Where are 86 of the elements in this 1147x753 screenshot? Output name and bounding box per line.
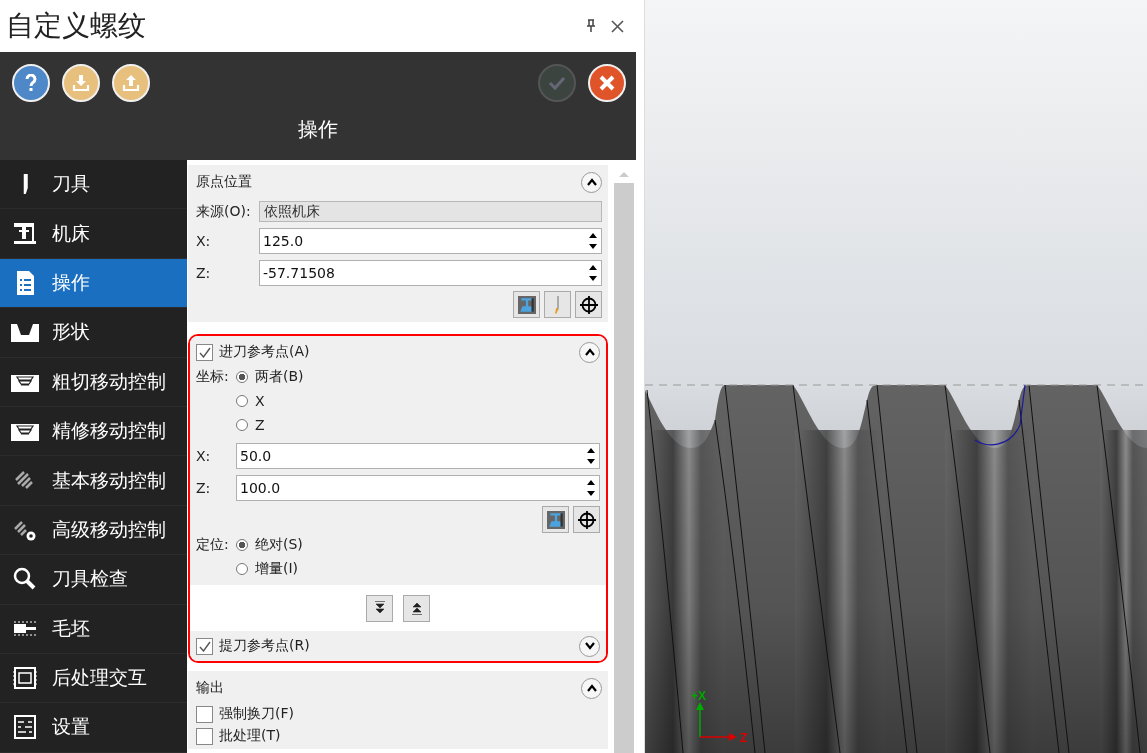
export-button[interactable] — [112, 64, 150, 102]
chevron-up-icon — [585, 684, 598, 692]
checkbox-label[interactable]: 提刀参考点(R) — [219, 637, 310, 655]
checkbox[interactable] — [196, 727, 213, 745]
checkbox-label[interactable]: 进刀参考点(A) — [219, 343, 310, 361]
checkbox[interactable] — [196, 637, 213, 655]
close-icon[interactable] — [611, 19, 624, 33]
double-arrow-up-icon — [410, 601, 423, 615]
number-field[interactable]: -57.71508 — [259, 260, 602, 286]
collapse-button[interactable] — [581, 677, 602, 699]
chevron-up-icon — [583, 348, 596, 356]
number-field[interactable]: 50.0 — [236, 443, 600, 469]
machine-icon — [517, 295, 536, 314]
cutting-tool-icon — [555, 295, 560, 314]
checkbox-label[interactable]: 强制换刀(F) — [219, 705, 294, 723]
sidebar-item[interactable]: 刀具 — [0, 160, 187, 210]
chip-icon — [10, 665, 40, 692]
number-field[interactable]: 100.0 — [236, 475, 600, 501]
check-mark-icon — [198, 346, 211, 358]
check-mark-icon — [198, 640, 211, 652]
section-title: 原点位置 — [196, 173, 252, 191]
radio-button[interactable] — [236, 563, 248, 575]
collapse-button[interactable] — [579, 341, 600, 363]
tool-path-line — [974, 384, 1026, 446]
upload-icon — [121, 73, 141, 93]
chevron-down-icon — [583, 642, 596, 650]
checkbox[interactable] — [196, 343, 213, 361]
machine-button[interactable] — [542, 506, 569, 533]
radio-button[interactable] — [236, 395, 248, 407]
expand-button[interactable] — [579, 635, 600, 657]
window-title: 自定义螺纹 — [6, 8, 146, 44]
sidebar-item[interactable]: 设置 — [0, 703, 187, 753]
close-icon — [597, 73, 617, 93]
move-up-button[interactable] — [403, 594, 430, 622]
field-label: X: — [196, 448, 212, 464]
target-button[interactable] — [575, 291, 602, 318]
collapse-button[interactable] — [581, 171, 602, 193]
axis-arrows-icon — [696, 702, 737, 741]
radio-label[interactable]: 绝对(S) — [255, 536, 303, 554]
download-icon — [71, 73, 91, 93]
chevron-up-icon — [585, 178, 598, 186]
sidebar-item[interactable]: 形状 — [0, 308, 187, 358]
crosshair-icon — [577, 510, 596, 529]
pin-icon[interactable] — [585, 19, 597, 33]
checkbox[interactable] — [196, 705, 213, 723]
target-button[interactable] — [573, 506, 600, 533]
sidebar-item[interactable]: 高级移动控制 — [0, 505, 187, 556]
sidebar-item[interactable]: 基本移动控制 — [0, 456, 187, 506]
sidebar-item[interactable]: 精修移动控制 — [0, 406, 187, 457]
import-button[interactable] — [62, 64, 100, 102]
field-label: 来源(O): — [196, 202, 252, 221]
radio-label[interactable]: 增量(I) — [255, 560, 299, 578]
radio-label[interactable]: 两者(B) — [255, 368, 304, 386]
cancel-button[interactable] — [588, 64, 626, 102]
scrollbar[interactable] — [614, 165, 634, 753]
radio-button[interactable] — [236, 419, 248, 431]
move-down-button[interactable] — [366, 594, 393, 622]
readonly-field: 依照机床 — [259, 201, 602, 222]
field-label: Z: — [196, 265, 212, 281]
sidebar-item[interactable]: 机床 — [0, 209, 187, 259]
number-field[interactable]: 125.0 — [259, 228, 602, 254]
crosshair-icon — [579, 295, 598, 314]
radio-button[interactable] — [236, 539, 248, 551]
field-label: Z: — [196, 480, 212, 496]
sidebar-item[interactable]: 毛坯 — [0, 604, 187, 654]
double-arrow-down-icon — [373, 601, 386, 615]
checkbox-label[interactable]: 批处理(T) — [219, 727, 281, 745]
sidebar-item[interactable]: 操作 — [0, 258, 187, 309]
cutting-tool-icon — [23, 174, 28, 195]
machine-icon — [546, 510, 565, 529]
radio-button[interactable] — [236, 371, 248, 383]
sidebar-item[interactable]: 粗切移动控制 — [0, 357, 187, 407]
help-icon — [25, 74, 37, 92]
machine-button[interactable] — [513, 291, 540, 318]
section-title: 输出 — [196, 679, 224, 697]
radio-label[interactable]: Z — [255, 417, 265, 433]
field-label: 定位: — [196, 536, 230, 554]
field-label: 坐标: — [196, 368, 230, 386]
axis-label: Z — [740, 731, 748, 745]
field-label: X: — [196, 233, 212, 249]
help-button[interactable] — [12, 64, 50, 102]
radio-label[interactable]: X — [255, 393, 265, 409]
sidebar-item[interactable]: 刀具检查 — [0, 555, 187, 605]
panel-heading: 操作 — [297, 116, 339, 143]
axis-label: +X — [691, 689, 706, 703]
sidebar-item[interactable]: 后处理交互 — [0, 653, 187, 704]
